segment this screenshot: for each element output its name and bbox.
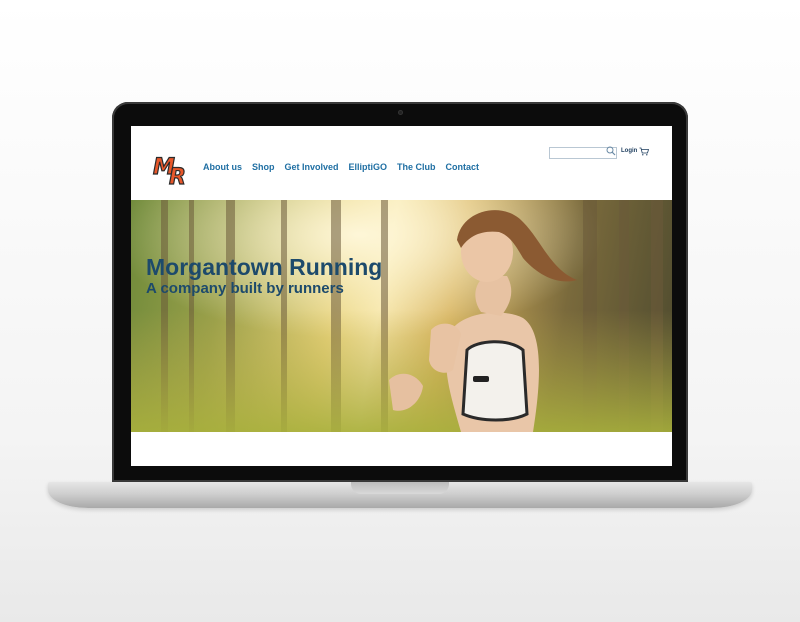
laptop-screen: M R About us Shop Get Involved ElliptiGO… [131,126,672,466]
laptop-base-notch [351,482,449,494]
login-link[interactable]: Login [621,148,637,154]
nav-get-involved[interactable]: Get Involved [285,162,339,172]
laptop-base [48,482,752,508]
nav-shop[interactable]: Shop [252,162,275,172]
brand-logo[interactable]: M R [151,148,195,186]
hero-photo [131,200,672,432]
laptop-lid: M R About us Shop Get Involved ElliptiGO… [112,102,688,482]
nav-contact[interactable]: Contact [446,162,480,172]
logo-letter-r: R [169,165,186,186]
hero-subtitle: A company built by runners [146,280,344,297]
hero-title: Morgantown Running [146,254,383,280]
search-icon[interactable] [606,146,616,156]
nav-about-us[interactable]: About us [203,162,242,172]
cart-icon[interactable] [639,147,649,156]
main-nav: About us Shop Get Involved ElliptiGO The… [203,162,479,172]
site-header: M R About us Shop Get Involved ElliptiGO… [131,126,672,200]
hero-banner: Morgantown Running A company built by ru… [131,200,672,432]
camera-dot [398,110,403,115]
page-below-hero [131,432,672,466]
nav-elliptigo[interactable]: ElliptiGO [349,162,388,172]
nav-the-club[interactable]: The Club [397,162,436,172]
